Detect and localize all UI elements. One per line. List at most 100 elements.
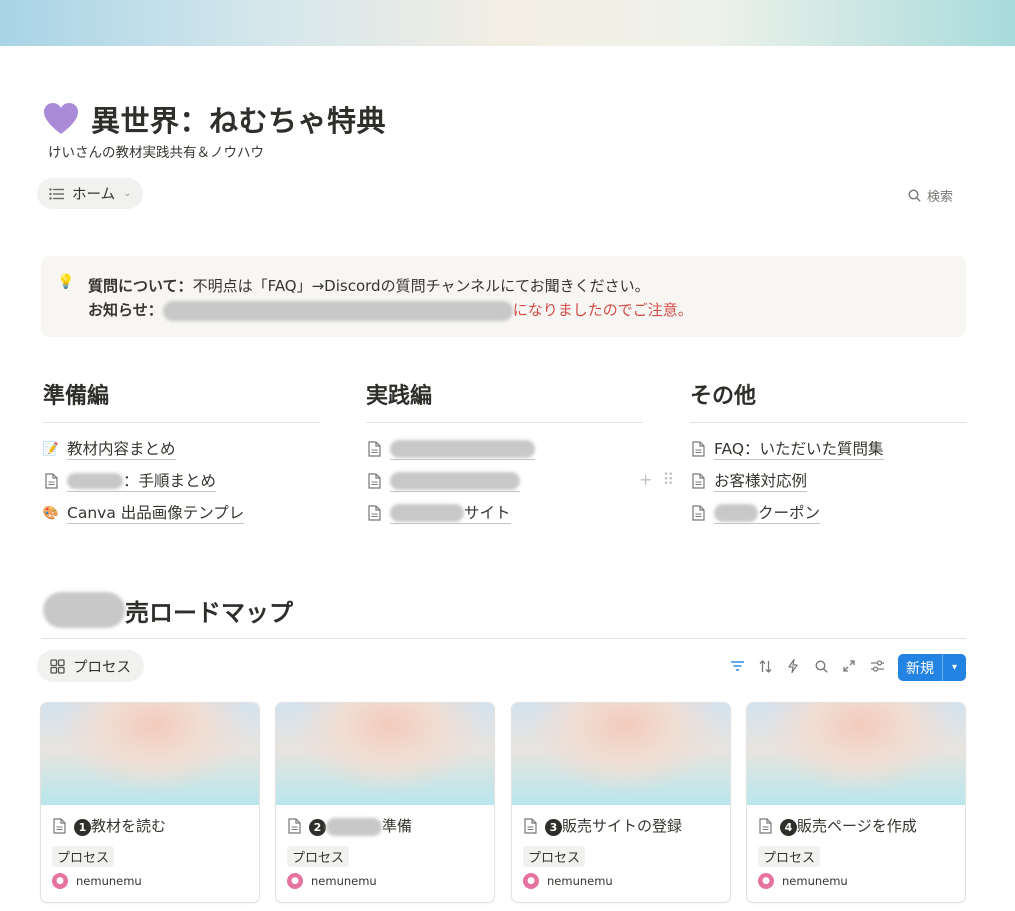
link-item[interactable]: サイト xyxy=(366,497,643,529)
card-title-text: 販売サイトの登録 xyxy=(562,817,683,835)
card-tag: プロセス xyxy=(287,846,350,867)
link-item[interactable] xyxy=(366,465,643,497)
light-bulb-icon: 💡 xyxy=(57,274,75,290)
owner-name: nemunemu xyxy=(311,874,377,888)
link-item[interactable]: FAQ：いただいた質問集 xyxy=(690,433,967,465)
callout-notice-line: お知らせ： になりましたのでご注意。 xyxy=(88,299,693,321)
owner-name: nemunemu xyxy=(547,874,613,888)
link-label: 教材内容まとめ xyxy=(67,439,176,460)
card-tag: プロセス xyxy=(523,846,586,867)
column-heading: 実践編 xyxy=(366,378,643,423)
page-icon xyxy=(53,817,66,834)
block-handles: + ⠿ xyxy=(639,470,674,489)
page-icon xyxy=(366,441,382,457)
redacted-text xyxy=(162,300,513,321)
expand-icon[interactable] xyxy=(840,656,858,676)
link-item[interactable]: 📝 教材内容まとめ xyxy=(43,433,320,465)
callout-question-heading: 質問について： xyxy=(88,277,193,295)
card-title-text: 教材を読む xyxy=(91,817,167,835)
avatar: ● xyxy=(52,873,68,889)
link-item[interactable]: 🎨 Canva 出品画像テンプレ xyxy=(43,497,320,529)
avatar: ● xyxy=(758,873,774,889)
gallery-icon xyxy=(50,658,65,674)
link-item[interactable]: ：手順まとめ xyxy=(43,465,320,497)
redacted-text xyxy=(326,817,382,836)
card-title: 1 教材を読む xyxy=(53,815,166,836)
link-label: お客様対応例 xyxy=(714,471,808,492)
step-number: 1 xyxy=(74,819,91,836)
page-icon xyxy=(288,817,301,834)
link-label: ：手順まとめ xyxy=(67,471,217,492)
chevron-down-icon[interactable]: ▾ xyxy=(943,662,966,673)
settings-sliders-icon[interactable] xyxy=(868,656,886,676)
gallery-card[interactable]: 1 教材を読む プロセス ● nemunemu xyxy=(40,702,260,903)
card-title: 4 販売ページを作成 xyxy=(759,815,917,836)
link-label-tail: サイト xyxy=(464,503,511,522)
gallery-card[interactable]: 3 販売サイトの登録 プロセス ● nemunemu xyxy=(511,702,731,903)
automation-icon[interactable] xyxy=(784,656,802,676)
search-icon xyxy=(908,189,921,202)
card-tag: プロセス xyxy=(52,846,115,867)
card-cover xyxy=(41,703,259,805)
link-label xyxy=(390,439,535,460)
callout-question-line: 質問について：不明点は「FAQ」→Discordの質問チャンネルにてお聞きくださ… xyxy=(88,275,650,296)
gallery-card[interactable]: 2 準備 プロセス ● nemunemu xyxy=(275,702,495,903)
page-icon xyxy=(43,473,59,489)
link-item[interactable]: クーポン xyxy=(690,497,967,529)
divider xyxy=(41,638,966,639)
card-cover xyxy=(276,703,494,805)
callout-notice-heading: お知らせ： xyxy=(88,301,163,319)
notice-callout: 💡 質問について：不明点は「FAQ」→Discordの質問チャンネルにてお聞きく… xyxy=(41,256,966,337)
list-icon xyxy=(49,187,64,200)
link-label-tail: ：手順まとめ xyxy=(123,471,217,490)
drag-handle-icon[interactable]: ⠿ xyxy=(662,470,674,489)
callout-notice-text: になりましたのでご注意。 xyxy=(512,301,693,319)
column-preparation: 準備編 📝 教材内容まとめ ：手順まとめ 🎨 Canva 出品画像テンプレ xyxy=(43,378,320,529)
palette-icon: 🎨 xyxy=(42,505,60,521)
filter-icon[interactable] xyxy=(728,656,746,676)
page-icon xyxy=(524,817,537,834)
link-label: クーポン xyxy=(714,503,821,524)
page-icon xyxy=(366,473,382,489)
card-title-text: 販売ページを作成 xyxy=(797,817,917,835)
step-number: 3 xyxy=(545,819,562,836)
step-number: 4 xyxy=(780,819,797,836)
page-icon xyxy=(690,441,706,457)
step-number: 2 xyxy=(309,819,326,836)
link-item[interactable]: お客様対応例 xyxy=(690,465,967,497)
new-entry-button[interactable]: 新規 ▾ xyxy=(898,654,966,681)
card-owner: ● nemunemu xyxy=(287,873,377,889)
add-block-icon[interactable]: + xyxy=(639,470,652,489)
search-button[interactable]: 検索 xyxy=(908,186,953,205)
gallery-card[interactable]: 4 販売ページを作成 プロセス ● nemunemu xyxy=(746,702,966,903)
owner-name: nemunemu xyxy=(782,874,848,888)
sort-icon[interactable] xyxy=(756,656,774,676)
card-owner: ● nemunemu xyxy=(758,873,848,889)
page-icon xyxy=(366,505,382,521)
page-cover xyxy=(0,0,1015,46)
gallery-view-tab[interactable]: プロセス xyxy=(37,650,144,682)
redacted-text xyxy=(390,472,520,490)
page-icon xyxy=(690,505,706,521)
column-heading: その他 xyxy=(690,378,967,423)
database-title[interactable]: 売ロードマップ xyxy=(43,592,293,628)
link-label-tail: クーポン xyxy=(758,503,821,522)
link-label: Canva 出品画像テンプレ xyxy=(67,503,245,524)
owner-name: nemunemu xyxy=(76,874,142,888)
search-label: 検索 xyxy=(927,190,954,205)
purple-heart-icon xyxy=(44,103,78,134)
view-label: プロセス xyxy=(73,659,131,676)
link-label: FAQ：いただいた質問集 xyxy=(714,439,884,460)
redacted-text xyxy=(714,504,758,522)
avatar: ● xyxy=(523,873,539,889)
page-title: 異世界：ねむちゃ特典 xyxy=(91,104,387,138)
page-icon xyxy=(759,817,772,834)
page-header: 異世界：ねむちゃ特典 xyxy=(43,98,386,140)
column-practice: 実践編 サイト xyxy=(366,378,643,529)
home-view-selector[interactable]: ホーム ⌄ xyxy=(37,178,144,209)
link-label: サイト xyxy=(390,503,511,524)
page-subtitle: けいさんの教材実践共有＆ノウハウ xyxy=(48,145,264,161)
card-cover xyxy=(747,703,965,805)
search-icon[interactable] xyxy=(812,656,830,676)
link-item[interactable] xyxy=(366,433,643,465)
